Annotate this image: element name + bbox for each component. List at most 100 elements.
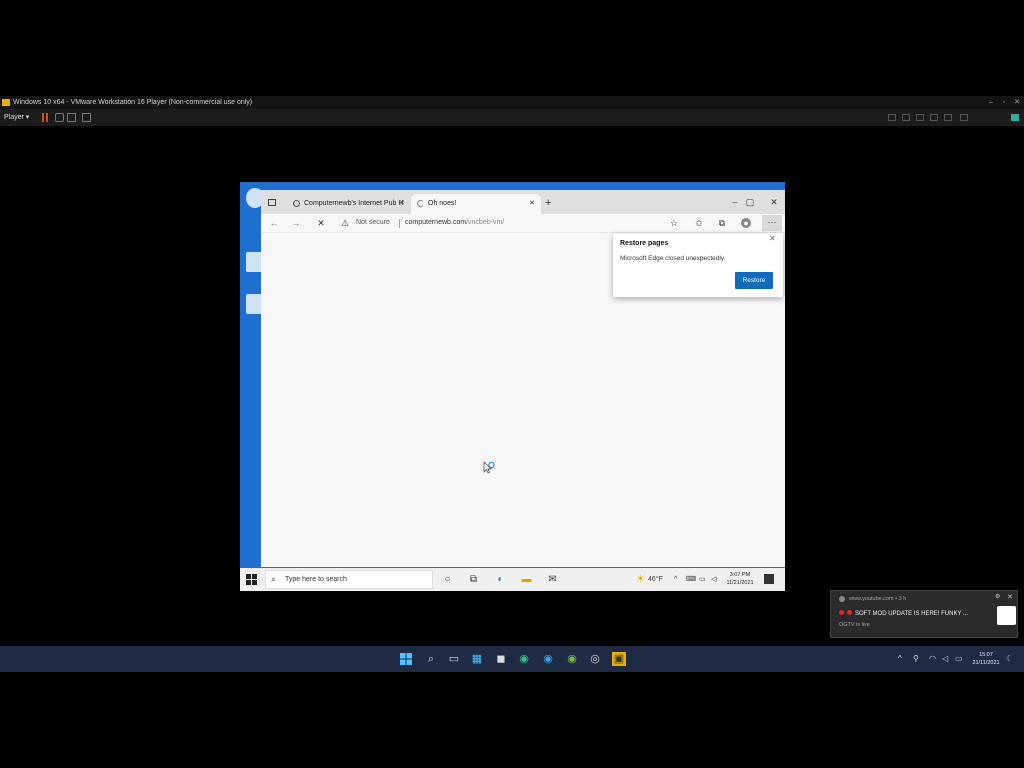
forward-icon[interactable]: → [289,215,303,231]
host-time: 15:07 [979,652,993,658]
tab-label: Oh noes! [428,200,457,207]
youtube-notification[interactable]: www.youtube.com • 3 h ⚙ ✕ SOFT MOD UPDAT… [830,590,1018,638]
send-ctrl-alt-del-icon[interactable] [67,113,76,122]
close-notification-icon[interactable]: ✕ [1007,593,1013,601]
file-explorer-icon[interactable]: ▬ [520,573,533,586]
device-icon[interactable] [916,114,924,121]
popup-close-icon[interactable]: ✕ [769,234,776,243]
stop-loading-icon[interactable]: ✕ [314,215,328,231]
new-tab-button[interactable]: + [545,196,557,210]
device-icon[interactable] [930,114,938,121]
notifications-icon[interactable] [764,574,774,584]
busy-cursor-icon [483,461,495,474]
tab-computernewb[interactable]: Computernewb's Internet Pub H ✕ [287,194,411,214]
battery-icon[interactable]: ▭ [955,646,963,672]
host-date: 21/11/2021 [972,660,1000,666]
microphone-icon[interactable]: ⚲ [913,646,919,672]
guest-taskbar: ⌕ Type here to search ○ ⧉ ◐ ▬ ✉ ☀ 46°F ^… [240,568,785,591]
keyboard-icon[interactable]: ⌨ [686,568,696,591]
channel-avatar-icon [997,606,1016,625]
vmware-icon[interactable]: ▣ [612,652,626,666]
guest-time: 3:07 PM [729,572,751,578]
favorites-icon[interactable]: ✩ [694,218,704,228]
unity-icon[interactable] [1011,114,1019,121]
chevron-up-icon[interactable]: ^ [898,646,902,672]
host-taskbar: ⌕ ▭ ▦ ◼ ◉ ◉ ◉ ◎ ▣ ^ ⚲ ◠ ◁ ▭ 15:07 21/11/… [0,646,1024,672]
edge-icon[interactable]: ◉ [541,652,555,666]
settings-more-button[interactable]: ··· [762,215,782,231]
host-clock[interactable]: 15:07 21/11/2021 [968,651,1004,667]
close-tab-icon[interactable]: ✕ [529,194,535,214]
chevron-up-icon[interactable]: ^ [674,568,677,591]
popup-message: Microsoft Edge closed unexpectedly. [620,255,726,262]
edge-window: Computernewb's Internet Pub H ✕ Oh noes!… [261,190,785,567]
cortana-icon[interactable]: ○ [441,573,454,586]
task-view-icon[interactable]: ⧉ [467,573,480,586]
tab-label: Computernewb's Internet Pub H [304,200,404,207]
notification-body: OGTV is live [839,622,870,628]
guest-clock[interactable]: 3:07 PM 11/21/2021 [724,571,756,587]
tab-oh-noes[interactable]: Oh noes! ✕ [411,194,541,214]
vmware-window-title: Windows 10 x64 - VMware Workstation 16 P… [13,99,253,106]
player-menu[interactable]: Player ▾ [4,109,29,126]
widgets-icon[interactable]: ▦ [470,652,484,666]
app-icon[interactable]: ◎ [588,652,602,666]
vmware-titlebar: Windows 10 x64 - VMware Workstation 16 P… [0,96,1024,109]
chrome-icon[interactable]: ◉ [565,652,579,666]
chat-icon[interactable]: ◼ [494,652,508,666]
divider [399,219,400,228]
site-favicon-icon [293,199,300,207]
close-tab-icon[interactable]: ✕ [399,194,405,214]
task-view-icon[interactable]: ▭ [447,652,461,666]
weather-temperature[interactable]: 46°F [648,568,663,591]
live-dot-icon [847,610,852,615]
collections-icon[interactable]: ⧉ [717,218,727,228]
windows-start-icon[interactable] [400,653,412,665]
device-icon[interactable] [888,114,896,121]
notification-center-icon[interactable]: ☾ [1006,646,1013,672]
browser-icon [839,596,845,602]
pause-icon[interactable] [42,113,44,122]
vmware-logo-icon [2,99,10,106]
edge-maximize-button[interactable]: ▢ [740,194,760,210]
restore-button[interactable]: Restore [735,272,773,289]
network-icon[interactable]: ▭ [699,568,706,591]
fullscreen-icon[interactable] [82,113,91,122]
tab-actions-icon[interactable] [268,199,276,206]
volume-icon[interactable]: ◁ [711,568,716,591]
settings-icon[interactable] [55,113,64,122]
back-icon[interactable]: ← [267,215,281,231]
volume-icon[interactable]: ◁ [942,646,948,672]
taskbar-search-box[interactable]: ⌕ Type here to search [265,570,433,589]
search-icon[interactable]: ⌕ [424,652,438,666]
not-secure-label[interactable]: Not secure [356,214,390,232]
profile-avatar-icon[interactable]: ● [741,218,751,228]
live-dot-icon [839,610,844,615]
weather-icon[interactable]: ☀ [634,573,647,586]
mail-icon[interactable]: ✉ [546,573,559,586]
url-domain: computernewb.com [405,219,467,226]
notification-title-text: SOFT MOD UPDATE IS HERE! FUNKY ... [855,611,969,617]
search-icon: ⌕ [271,574,277,584]
restore-pages-popup: Restore pages Microsoft Edge closed unex… [613,233,783,297]
popup-title: Restore pages [620,240,669,247]
favorite-star-icon[interactable]: ☆ [669,218,679,228]
url-input[interactable]: computernewb.com/vncbeb-vm/ [405,214,504,232]
address-bar: ← → ✕ ⚠ Not secure computernewb.com/vncb… [261,214,785,233]
edge-icon[interactable]: ◐ [494,573,507,586]
settings-icon[interactable]: ⚙ [995,593,1000,600]
close-button[interactable]: ✕ [1011,96,1023,109]
maximize-button[interactable]: ▫ [998,96,1010,109]
url-path: /vncbeb-vm/ [466,219,505,226]
edge-icon[interactable]: ◉ [517,652,531,666]
warning-icon[interactable]: ⚠ [341,218,349,229]
minimize-button[interactable]: – [985,96,997,109]
notification-source: www.youtube.com • 3 h [849,596,907,602]
device-icon[interactable] [902,114,910,121]
edge-close-button[interactable]: ✕ [764,194,784,210]
windows-start-icon[interactable] [246,574,257,585]
device-icon[interactable] [944,114,952,121]
vmware-toolbar: Player ▾ [0,109,1024,126]
device-icon[interactable] [960,114,968,121]
wifi-icon[interactable]: ◠ [929,646,936,672]
